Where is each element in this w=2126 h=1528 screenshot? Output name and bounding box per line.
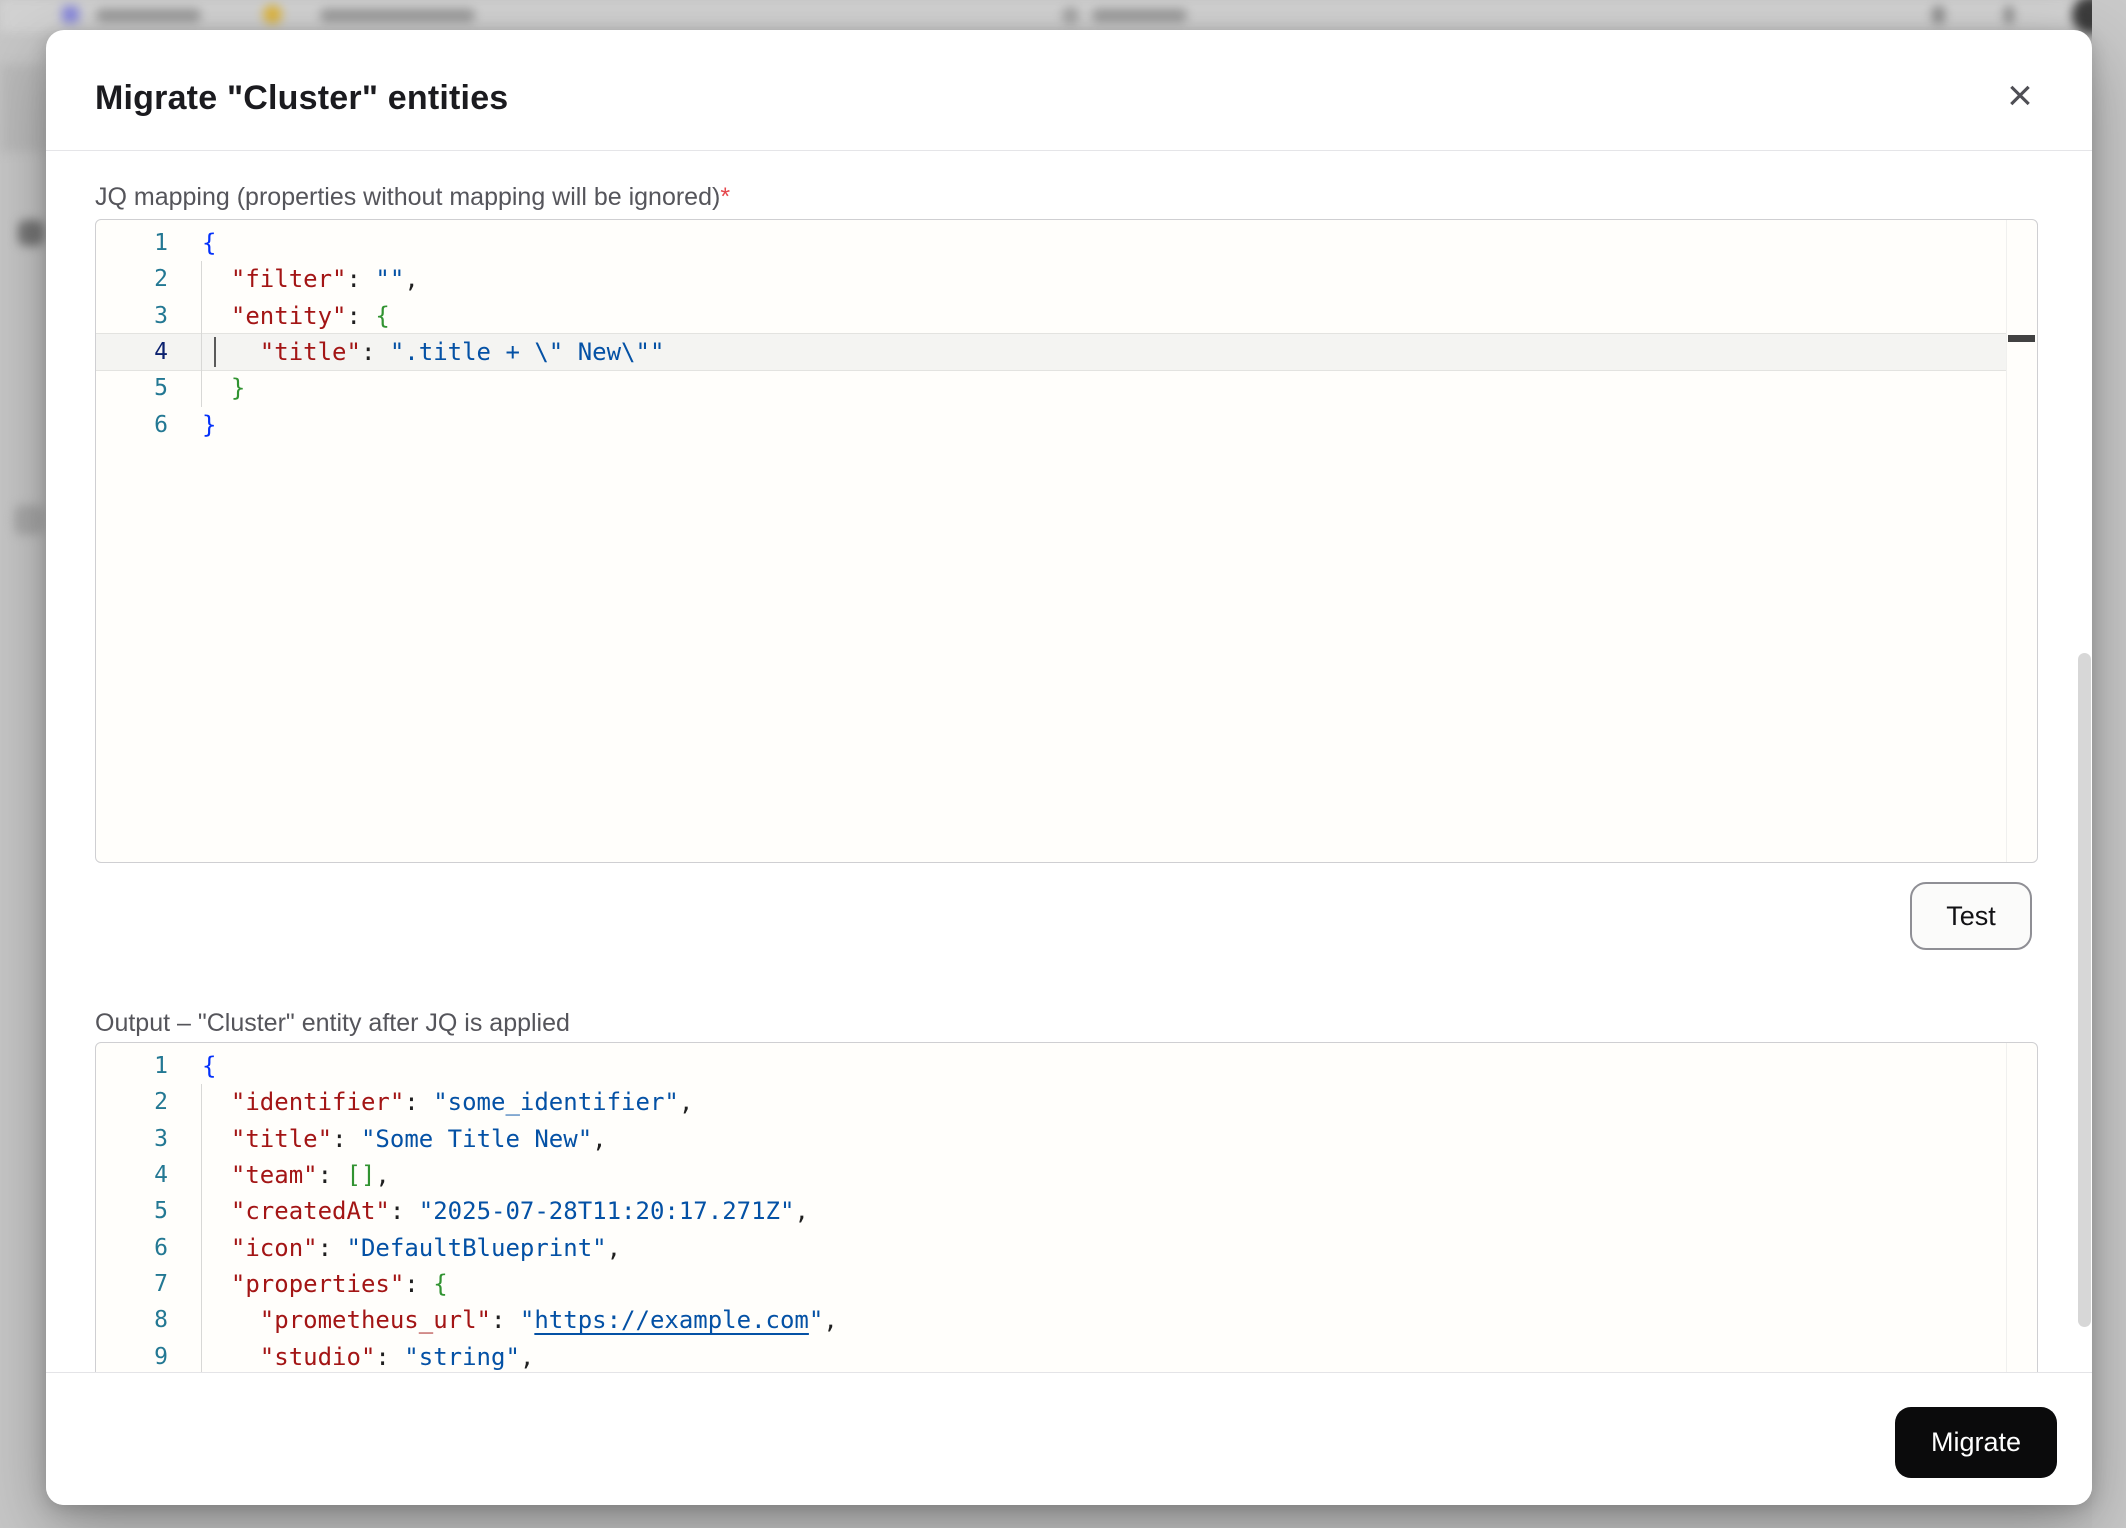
search-icon <box>1062 7 1079 24</box>
code-line: 5 } <box>96 370 2037 406</box>
overview-ruler-cursor-marker <box>2008 335 2035 342</box>
code-line: 4 "title": ".title + \" New\"" <box>96 334 2037 370</box>
code-line: 6 "icon": "DefaultBlueprint", <box>96 1229 2037 1265</box>
indent-guide <box>201 261 202 407</box>
code-line: 8 "prometheus_url": "https://example.com… <box>96 1302 2037 1338</box>
line-number: 1 <box>96 1053 168 1079</box>
line-number: 1 <box>96 230 168 256</box>
blurred-toolbar-icon <box>2004 6 2014 24</box>
text-cursor <box>214 337 216 367</box>
modal-overlay <box>2092 0 2126 1528</box>
code-line: 4 "team": [], <box>96 1157 2037 1193</box>
jq-mapping-editor[interactable]: 1{2 "filter": "",3 "entity": {4 "title":… <box>95 219 2038 863</box>
overview-ruler <box>2006 220 2007 862</box>
overview-ruler <box>2006 1043 2007 1393</box>
output-label: Output – "Cluster" entity after JQ is ap… <box>95 1008 570 1038</box>
line-number: 2 <box>96 266 168 292</box>
code-line: 2 "filter": "", <box>96 261 2037 297</box>
line-number: 7 <box>96 1271 168 1297</box>
blurred-toolbar-icon <box>1932 6 1945 24</box>
output-editor[interactable]: 1{2 "identifier": "some_identifier",3 "t… <box>95 1042 2038 1394</box>
blurred-sidebar-item <box>0 64 44 152</box>
code-line: 1{ <box>96 1048 2037 1084</box>
code-line: 3 "entity": { <box>96 298 2037 334</box>
dialog-footer: Migrate <box>46 1372 2092 1505</box>
line-number: 4 <box>96 339 168 365</box>
test-button[interactable]: Test <box>1910 882 2032 950</box>
code-line: 5 "createdAt": "2025-07-28T11:20:17.271Z… <box>96 1193 2037 1229</box>
line-number: 4 <box>96 1162 168 1188</box>
code-line: 3 "title": "Some Title New", <box>96 1121 2037 1157</box>
jq-mapping-label: JQ mapping (properties without mapping w… <box>95 182 730 212</box>
modal-scrollbar-thumb[interactable] <box>2078 653 2091 1327</box>
code-line: 7 "properties": { <box>96 1266 2037 1302</box>
migrate-button[interactable]: Migrate <box>1895 1407 2057 1478</box>
close-button[interactable]: × <box>1998 74 2042 118</box>
header-divider <box>46 150 2092 151</box>
line-number: 6 <box>96 1235 168 1261</box>
line-number: 2 <box>96 1089 168 1115</box>
blurred-search-label <box>1092 9 1187 22</box>
line-number: 3 <box>96 1126 168 1152</box>
code-line: 1{ <box>96 225 2037 261</box>
migrate-entities-dialog: Migrate "Cluster" entities × JQ mapping … <box>46 30 2092 1505</box>
line-number: 8 <box>96 1307 168 1333</box>
indent-guide <box>201 1084 202 1375</box>
blurred-tab-label <box>320 9 475 22</box>
code-line: 9 "studio": "string", <box>96 1338 2037 1374</box>
line-number: 6 <box>96 412 168 438</box>
blurred-sidebar-icon <box>14 505 44 535</box>
blurred-top-bar <box>0 0 2126 32</box>
line-number: 5 <box>96 375 168 401</box>
line-number: 9 <box>96 1344 168 1370</box>
blurred-sidebar-icon <box>18 220 44 246</box>
blurred-tab-icon <box>263 5 282 24</box>
code-line: 2 "identifier": "some_identifier", <box>96 1084 2037 1120</box>
dialog-title: Migrate "Cluster" entities <box>95 78 508 118</box>
blurred-tab-icon <box>62 6 79 23</box>
close-icon: × <box>2007 71 2033 120</box>
line-number: 3 <box>96 303 168 329</box>
blurred-tab-label <box>96 9 201 22</box>
required-marker: * <box>720 183 730 211</box>
code-line: 6} <box>96 406 2037 442</box>
line-number: 5 <box>96 1198 168 1224</box>
